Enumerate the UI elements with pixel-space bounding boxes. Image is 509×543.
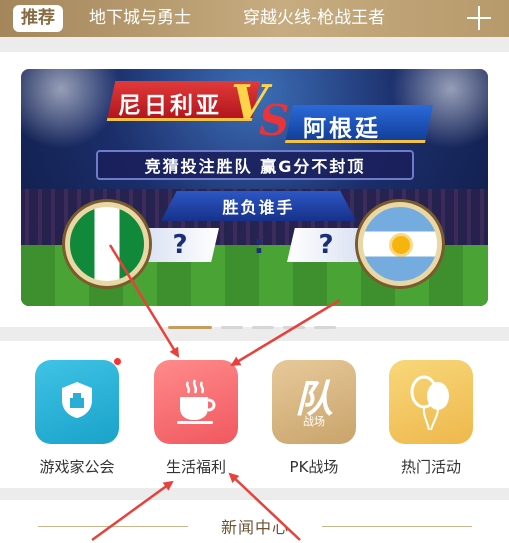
arrow <box>230 298 341 367</box>
arrow <box>228 472 301 541</box>
arrow <box>91 480 174 542</box>
arrow <box>108 244 180 358</box>
annotation-arrows <box>91 244 341 542</box>
